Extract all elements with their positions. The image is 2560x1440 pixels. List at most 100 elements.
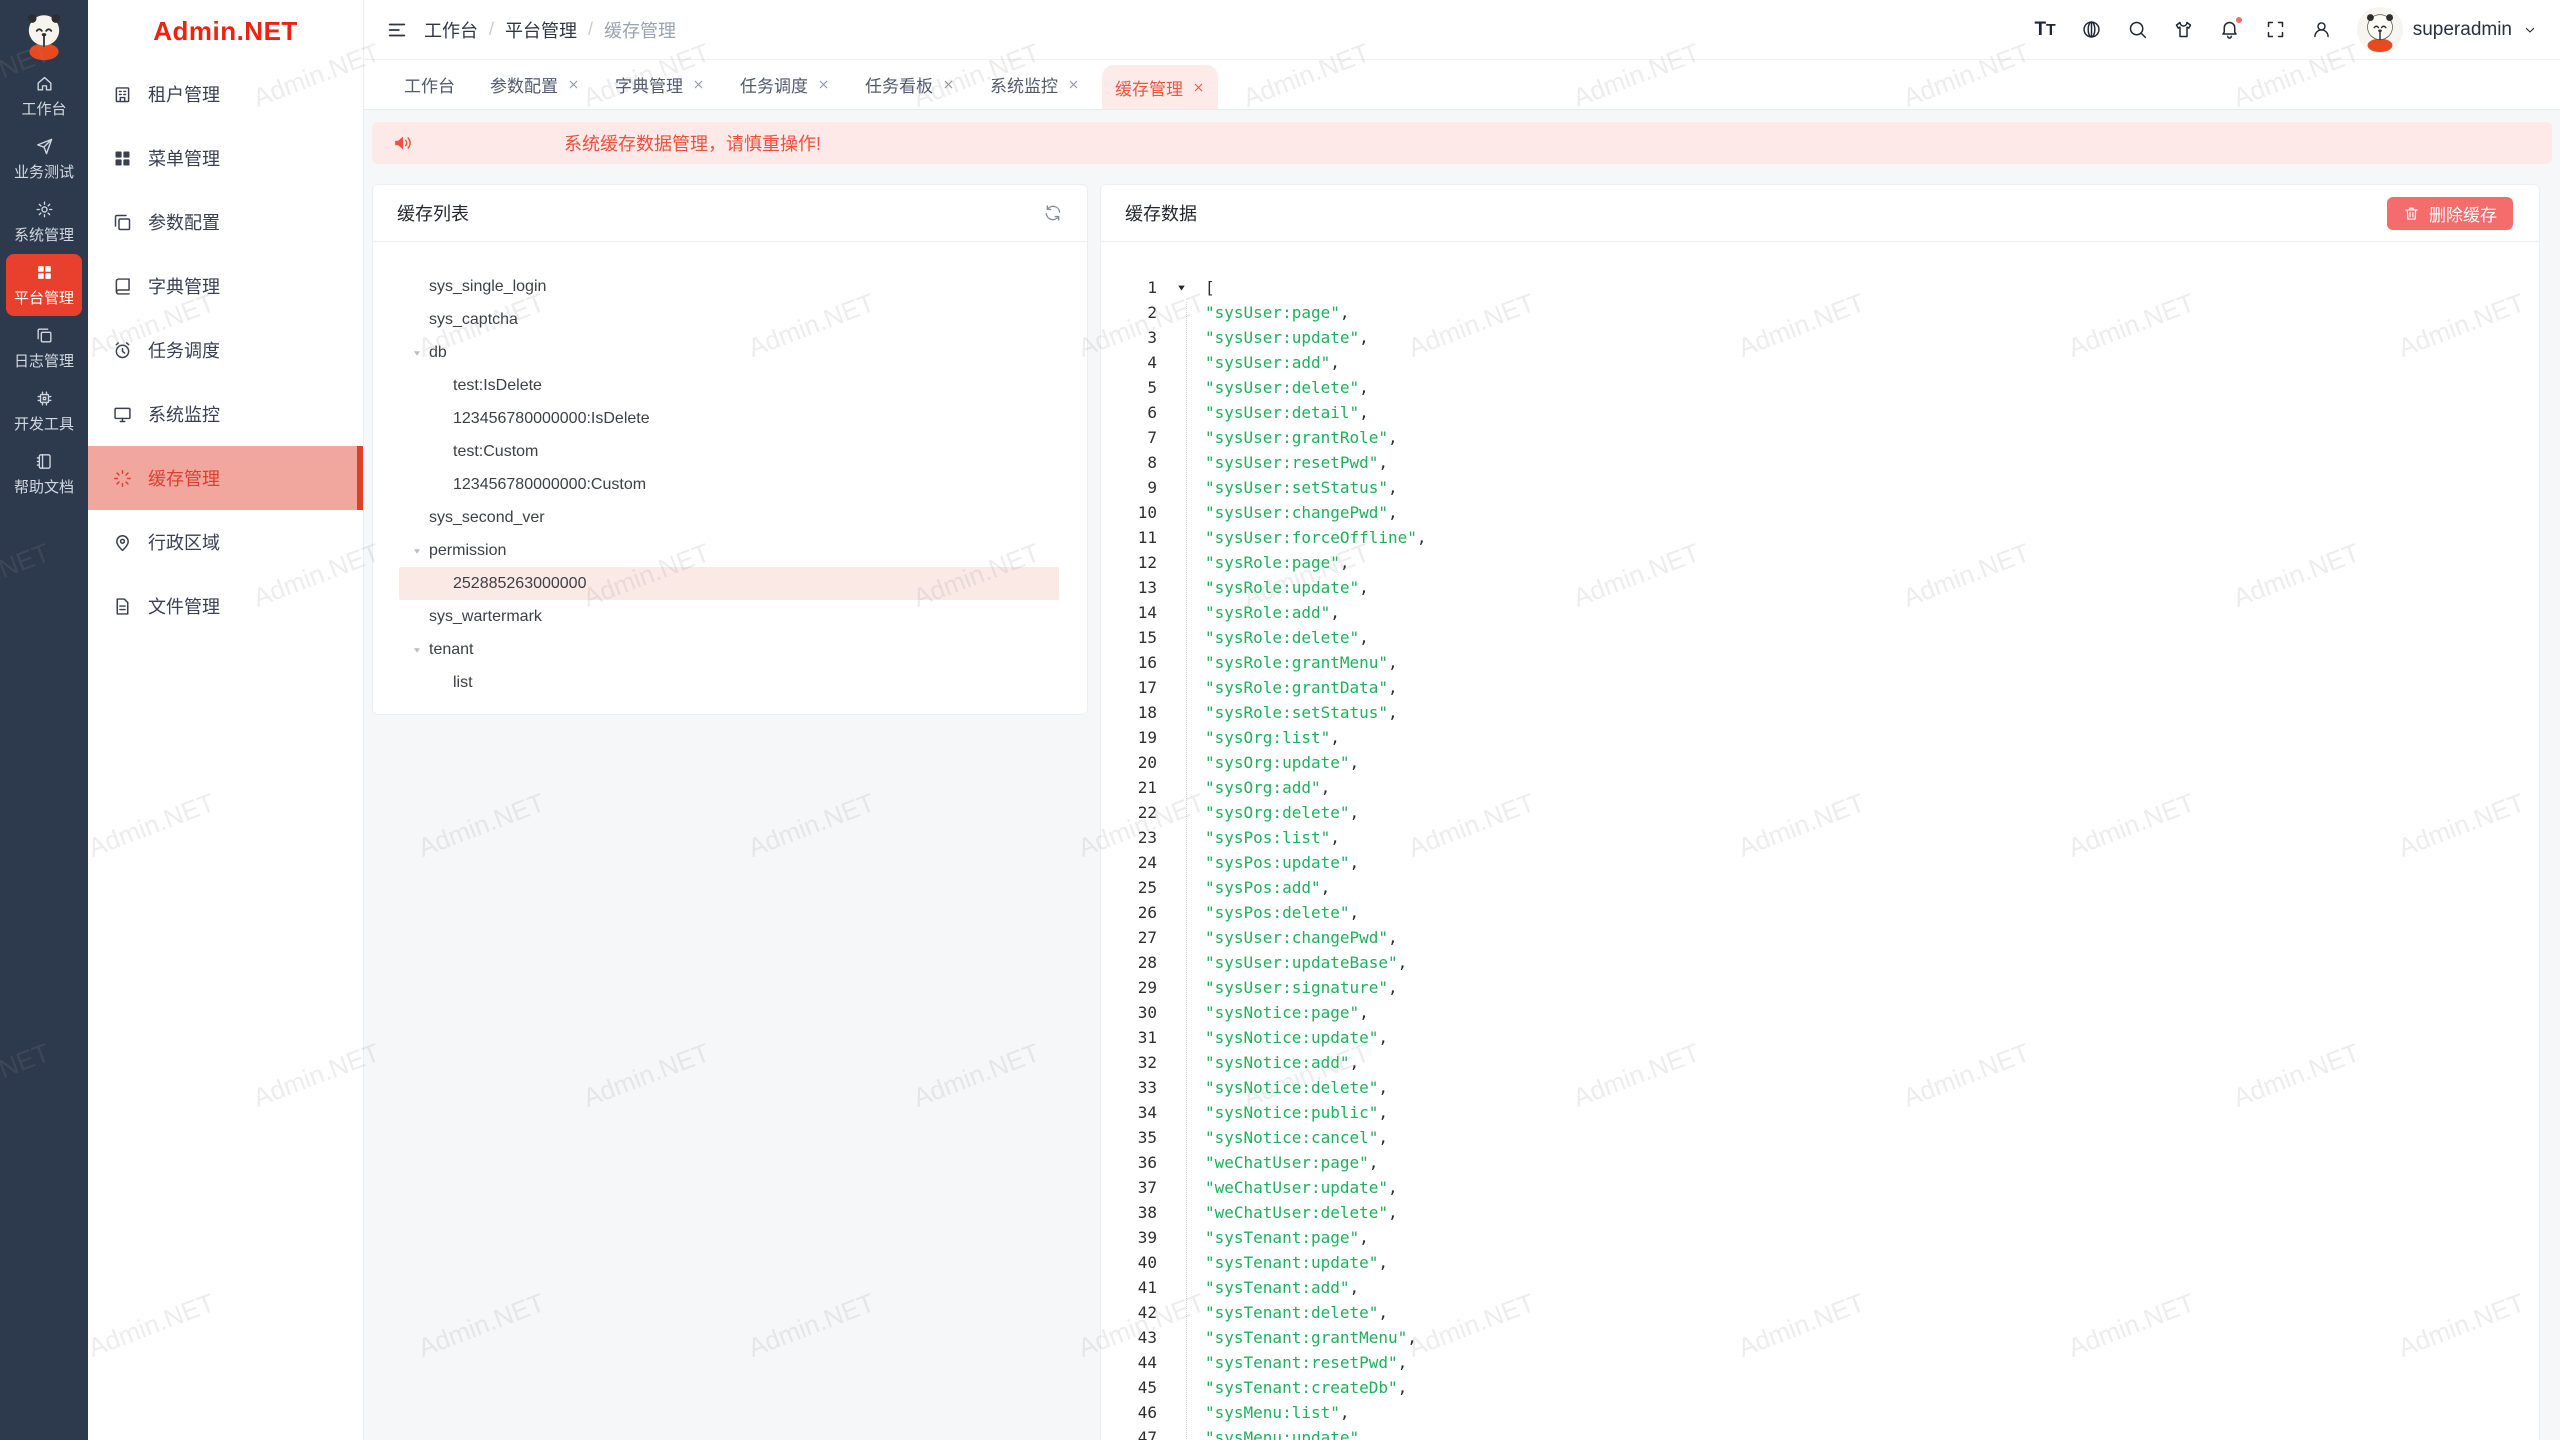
brand-mascot-logo[interactable] bbox=[17, 9, 71, 63]
tree-expand-caret-icon[interactable] bbox=[411, 347, 429, 359]
delete-cache-button[interactable]: 删除缓存 bbox=[2387, 197, 2513, 230]
tree-node[interactable]: permission bbox=[399, 534, 1059, 567]
tab-close-icon[interactable] bbox=[1067, 78, 1080, 91]
cache-tree: sys_single_loginsys_captchadbtest:IsDele… bbox=[399, 270, 1059, 699]
sidebar-fold-icon[interactable] bbox=[386, 19, 408, 41]
code-line: 42"sysTenant:delete", bbox=[1101, 1300, 2539, 1325]
rail-item[interactable]: 系统管理 bbox=[6, 191, 82, 253]
tree-node[interactable]: sys_captcha bbox=[399, 303, 1059, 336]
tab-item[interactable]: 工作台 bbox=[391, 59, 468, 109]
line-number: 46 bbox=[1101, 1403, 1157, 1422]
tree-node[interactable]: test:Custom bbox=[399, 435, 1059, 468]
cache-data-card: 缓存数据 删除缓存 1[2"sysUser:page",3"sysUser:up… bbox=[1100, 184, 2540, 1440]
tree-node[interactable]: 123456780000000:Custom bbox=[399, 468, 1059, 501]
line-number: 12 bbox=[1101, 553, 1157, 572]
tree-node-label: sys_second_ver bbox=[429, 509, 545, 527]
sidebar-item[interactable]: 菜单管理 bbox=[88, 126, 363, 190]
tab-close-icon[interactable] bbox=[567, 78, 580, 91]
sidebar-item-label: 参数配置 bbox=[148, 209, 220, 235]
alarm-icon bbox=[112, 340, 133, 361]
caret-down-icon bbox=[411, 545, 423, 557]
code-line: 6"sysUser:detail", bbox=[1101, 400, 2539, 425]
tab-item[interactable]: 任务调度 bbox=[727, 59, 843, 109]
content-area: 系统缓存数据管理，请慎重操作! 缓存列表 sys_single_loginsys… bbox=[364, 110, 2560, 1440]
tree-node[interactable]: sys_wartermark bbox=[399, 600, 1059, 633]
sidebar-item[interactable]: 租户管理 bbox=[88, 62, 363, 126]
comma: , bbox=[1388, 678, 1398, 697]
tree-node[interactable]: test:IsDelete bbox=[399, 369, 1059, 402]
tab-item[interactable]: 系统监控 bbox=[977, 59, 1093, 109]
tree-node[interactable]: sys_second_ver bbox=[399, 501, 1059, 534]
comma: , bbox=[1398, 953, 1408, 972]
tab-close-icon[interactable] bbox=[817, 78, 830, 91]
code-line: 36"weChatUser:page", bbox=[1101, 1150, 2539, 1175]
user-icon-button[interactable] bbox=[2311, 19, 2332, 40]
cache-list-title: 缓存列表 bbox=[397, 200, 469, 226]
tree-node[interactable]: db bbox=[399, 336, 1059, 369]
tab-item[interactable]: 字典管理 bbox=[602, 59, 718, 109]
fullscreen-icon-button[interactable] bbox=[2265, 19, 2286, 40]
tree-node[interactable]: 252885263000000 bbox=[399, 567, 1059, 600]
comma: , bbox=[1321, 778, 1331, 797]
trash-icon bbox=[2403, 205, 2420, 222]
comma: , bbox=[1359, 1228, 1369, 1247]
brand-logo-text[interactable]: Admin.NET bbox=[88, 0, 363, 62]
tree-node[interactable]: tenant bbox=[399, 633, 1059, 666]
tab-close-icon[interactable] bbox=[692, 78, 705, 91]
tab-item[interactable]: 参数配置 bbox=[477, 59, 593, 109]
tab-close-icon[interactable] bbox=[1192, 81, 1205, 94]
breadcrumb-item[interactable]: 工作台 bbox=[424, 17, 478, 43]
collapse-caret-icon[interactable] bbox=[1175, 281, 1188, 294]
sidebar-item[interactable]: 文件管理 bbox=[88, 574, 363, 638]
user-menu[interactable]: superadmin bbox=[2357, 7, 2538, 53]
sidebar-item[interactable]: 任务调度 bbox=[88, 318, 363, 382]
tree-node[interactable]: list bbox=[399, 666, 1059, 699]
comma: , bbox=[1321, 878, 1331, 897]
line-number: 8 bbox=[1101, 453, 1157, 472]
theme-shirt-icon-button[interactable] bbox=[2173, 19, 2194, 40]
tab-close-icon[interactable] bbox=[942, 78, 955, 91]
sidebar-item[interactable]: 行政区域 bbox=[88, 510, 363, 574]
font-size-icon-button[interactable]: TT bbox=[2034, 20, 2055, 39]
code-line: 14"sysRole:add", bbox=[1101, 600, 2539, 625]
json-string: "sysNotice:public" bbox=[1205, 1103, 1378, 1122]
tree-node-label: 123456780000000:Custom bbox=[453, 476, 646, 494]
rail-item[interactable]: 开发工具 bbox=[6, 380, 82, 442]
line-number: 13 bbox=[1101, 578, 1157, 597]
tree-expand-caret-icon[interactable] bbox=[411, 644, 429, 656]
tab-item[interactable]: 任务看板 bbox=[852, 59, 968, 109]
sidebar-item[interactable]: 缓存管理 bbox=[88, 446, 363, 510]
sidebar-item[interactable]: 字典管理 bbox=[88, 254, 363, 318]
bell-icon-button[interactable] bbox=[2219, 19, 2240, 40]
json-string: "sysPos:update" bbox=[1205, 853, 1350, 872]
search-icon-button[interactable] bbox=[2127, 19, 2148, 40]
sidebar-item[interactable]: 参数配置 bbox=[88, 190, 363, 254]
sidebar-item[interactable]: 系统监控 bbox=[88, 382, 363, 446]
refresh-icon[interactable] bbox=[1043, 203, 1063, 223]
comma: , bbox=[1388, 928, 1398, 947]
json-string: "sysNotice:add" bbox=[1205, 1053, 1350, 1072]
json-string: "sysNotice:page" bbox=[1205, 1003, 1359, 1022]
tree-node[interactable]: sys_single_login bbox=[399, 270, 1059, 303]
line-number: 16 bbox=[1101, 653, 1157, 672]
comma: , bbox=[1359, 628, 1369, 647]
json-string: "sysOrg:list" bbox=[1205, 728, 1330, 747]
json-string: "sysTenant:add" bbox=[1205, 1278, 1350, 1297]
code-line: 28"sysUser:updateBase", bbox=[1101, 950, 2539, 975]
fullscreen-icon bbox=[2265, 19, 2286, 40]
breadcrumb-item[interactable]: 平台管理 bbox=[505, 17, 577, 43]
comma: , bbox=[1388, 428, 1398, 447]
rail-item[interactable]: 平台管理 bbox=[6, 254, 82, 316]
rail-item[interactable]: 日志管理 bbox=[6, 317, 82, 379]
avatar bbox=[2357, 7, 2403, 53]
rail-item[interactable]: 业务测试 bbox=[6, 128, 82, 190]
rail-item[interactable]: 帮助文档 bbox=[6, 443, 82, 505]
tab-active[interactable]: 缓存管理 bbox=[1102, 65, 1218, 109]
code-line: 32"sysNotice:add", bbox=[1101, 1050, 2539, 1075]
rail-item[interactable]: 工作台 bbox=[6, 65, 82, 127]
tree-expand-caret-icon[interactable] bbox=[411, 545, 429, 557]
comma: , bbox=[1350, 1278, 1360, 1297]
tree-node-label: test:Custom bbox=[453, 443, 538, 461]
tree-node[interactable]: 123456780000000:IsDelete bbox=[399, 402, 1059, 435]
language-icon-button[interactable] bbox=[2081, 19, 2102, 40]
